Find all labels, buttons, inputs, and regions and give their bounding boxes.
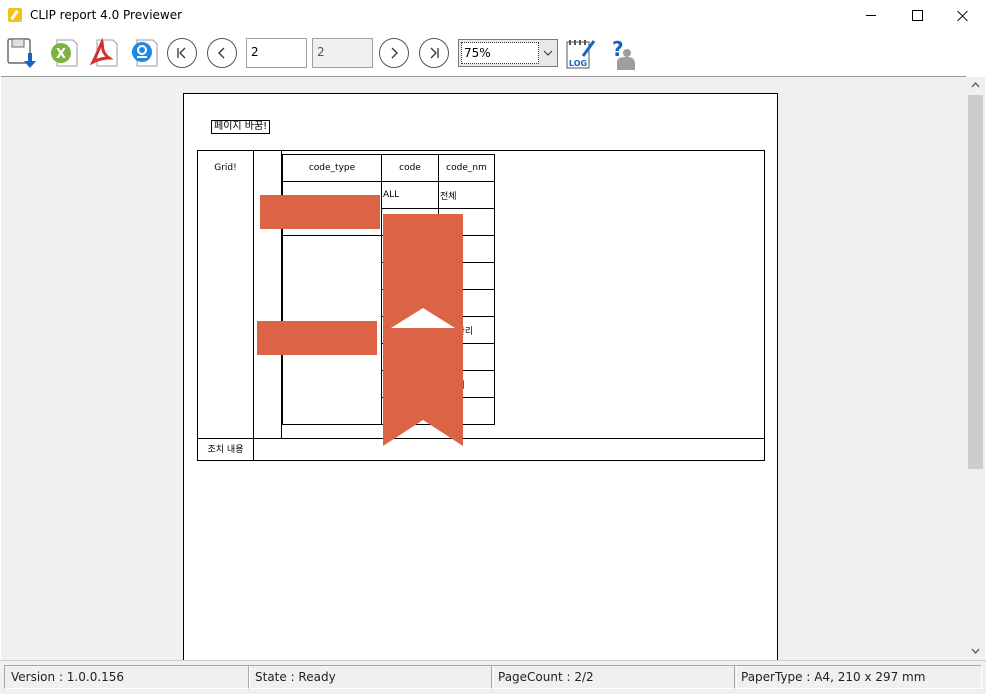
- first-page-icon: [177, 47, 186, 59]
- scroll-up-icon[interactable]: [970, 80, 981, 91]
- window-title: CLIP report 4.0 Previewer: [30, 8, 183, 22]
- column-header: code_nm: [438, 154, 495, 182]
- chevron-left-icon: [218, 47, 225, 59]
- pdf-export-icon: [89, 37, 118, 67]
- close-icon: [957, 10, 969, 22]
- pdf-export-button[interactable]: [87, 36, 121, 70]
- maximize-button[interactable]: [894, 0, 940, 31]
- excel-export-icon: X: [51, 39, 78, 67]
- report-page: 페이지 바꿈! Grid! code_type code code_nm ALL…: [183, 93, 778, 661]
- zoom-select[interactable]: 75%: [458, 39, 558, 67]
- hwp-export-icon: [132, 39, 158, 67]
- last-page-icon: [430, 47, 439, 59]
- minimize-button[interactable]: [848, 0, 894, 31]
- help-button[interactable]: ?: [603, 36, 637, 70]
- chevron-right-icon: [391, 47, 398, 59]
- redaction-block: [257, 321, 377, 355]
- first-page-button[interactable]: [167, 38, 197, 68]
- code-table-header: code_type code code_nm: [282, 154, 495, 182]
- help-icon: ?: [612, 37, 635, 70]
- redaction-block: [260, 195, 380, 229]
- log-icon: LOG: [566, 40, 596, 69]
- column-header: code: [381, 154, 439, 182]
- action-label: 조치 내용: [198, 439, 254, 461]
- column-header: code_type: [282, 154, 382, 182]
- save-download-icon: [7, 38, 36, 68]
- minimize-icon: [866, 15, 876, 16]
- status-paper-type: PaperType : A4, 210 x 297 mm: [734, 665, 982, 689]
- save-button[interactable]: [6, 36, 40, 70]
- next-page-button[interactable]: [379, 38, 409, 68]
- close-button[interactable]: [940, 0, 986, 31]
- excel-export-button[interactable]: X: [47, 36, 81, 70]
- page-break-label: 페이지 바꿈!: [211, 120, 271, 134]
- toolbar: X 2 2 75% LOG ?: [0, 31, 986, 76]
- status-state: State : Ready: [248, 665, 494, 689]
- svg-text:X: X: [56, 47, 66, 62]
- grid-label: Grid!: [198, 151, 254, 438]
- chevron-down-icon: [543, 50, 553, 56]
- last-page-button[interactable]: [419, 38, 449, 68]
- total-pages-field: 2: [312, 38, 373, 68]
- maximize-icon: [911, 10, 923, 21]
- title-bar: CLIP report 4.0 Previewer: [0, 0, 986, 31]
- scrollbar-thumb[interactable]: [968, 95, 983, 469]
- log-label: LOG: [569, 59, 587, 68]
- status-version: Version : 1.0.0.156: [4, 665, 250, 689]
- zoom-value: 75%: [461, 42, 539, 64]
- code-name-cell: 전체: [438, 181, 495, 209]
- status-bar: Version : 1.0.0.156 State : Ready PageCo…: [0, 660, 986, 694]
- previous-page-button[interactable]: [207, 38, 237, 68]
- log-button[interactable]: LOG: [563, 36, 597, 70]
- vertical-scrollbar[interactable]: [966, 77, 985, 660]
- action-row: 조치 내용: [198, 438, 764, 461]
- code-cell: ALL: [381, 181, 439, 209]
- hwp-export-button[interactable]: [127, 36, 161, 70]
- current-page-input[interactable]: 2: [246, 38, 307, 68]
- scroll-down-icon[interactable]: [970, 645, 981, 656]
- redaction-ribbon: [383, 214, 463, 446]
- status-page-count: PageCount : 2/2: [491, 665, 737, 689]
- preview-area[interactable]: 페이지 바꿈! Grid! code_type code code_nm ALL…: [1, 76, 966, 661]
- app-icon: [8, 8, 22, 22]
